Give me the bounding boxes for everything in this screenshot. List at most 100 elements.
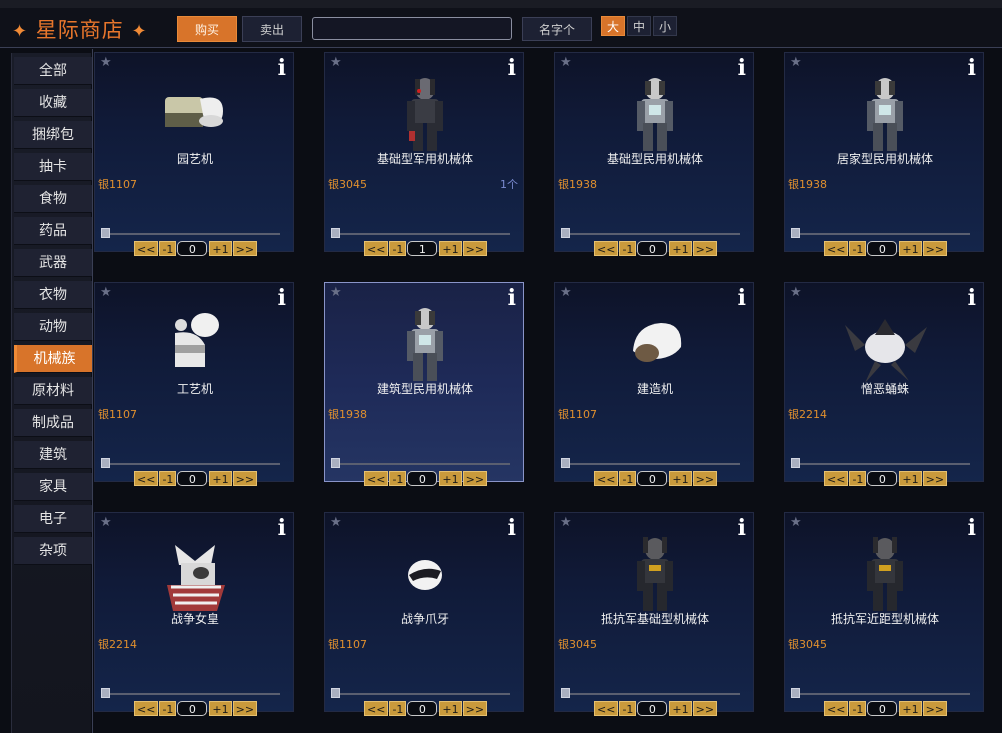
qty-plus-button[interactable]: +1 (899, 471, 922, 486)
qty-minus-button[interactable]: -1 (849, 241, 867, 256)
info-icon[interactable]: i (738, 515, 746, 541)
quantity-slider-track[interactable] (104, 463, 280, 465)
qty-plus-button[interactable]: +1 (669, 241, 692, 256)
qty-max-button[interactable]: >> (462, 471, 488, 486)
quantity-slider-handle[interactable] (331, 458, 340, 468)
quantity-slider-track[interactable] (334, 463, 510, 465)
size-small-button[interactable]: 小 (653, 16, 677, 36)
sidebar-item-apparel[interactable]: 衣物 (14, 281, 92, 309)
qty-plus-button[interactable]: +1 (439, 241, 462, 256)
favorite-star-icon[interactable]: ★ (790, 55, 802, 70)
sidebar-item-electronics[interactable]: 电子 (14, 505, 92, 533)
qty-min-button[interactable]: << (824, 241, 849, 256)
quantity-slider-handle[interactable] (561, 688, 570, 698)
qty-max-button[interactable]: >> (232, 701, 258, 716)
quantity-slider-handle[interactable] (791, 228, 800, 238)
qty-plus-button[interactable]: +1 (209, 701, 232, 716)
qty-min-button[interactable]: << (364, 241, 389, 256)
info-icon[interactable]: i (508, 285, 516, 311)
qty-min-button[interactable]: << (824, 701, 849, 716)
size-medium-button[interactable]: 中 (627, 16, 651, 36)
quantity-field[interactable]: 0 (637, 701, 668, 716)
favorite-star-icon[interactable]: ★ (100, 55, 112, 70)
qty-plus-button[interactable]: +1 (439, 701, 462, 716)
qty-min-button[interactable]: << (364, 471, 389, 486)
sidebar-item-food[interactable]: 食物 (14, 185, 92, 213)
sort-by-name-button[interactable]: 名字个 (522, 17, 592, 41)
quantity-slider-handle[interactable] (101, 458, 110, 468)
qty-max-button[interactable]: >> (922, 701, 948, 716)
search-input[interactable] (312, 17, 512, 40)
qty-max-button[interactable]: >> (922, 241, 948, 256)
item-card[interactable]: ★ i 抵抗军基础型机械体 银3045 << -1 0 +1 >> (554, 512, 754, 716)
sidebar-item-weapons[interactable]: 武器 (14, 249, 92, 277)
info-icon[interactable]: i (278, 515, 286, 541)
sell-tab-button[interactable]: 卖出 (242, 16, 302, 42)
quantity-field[interactable]: 0 (867, 701, 898, 716)
quantity-slider-track[interactable] (564, 463, 740, 465)
qty-max-button[interactable]: >> (462, 241, 488, 256)
sidebar-item-raw-materials[interactable]: 原材料 (14, 377, 92, 405)
sidebar-item-mechanoids[interactable]: 机械族 (14, 345, 92, 373)
sidebar-item-gacha[interactable]: 抽卡 (14, 153, 92, 181)
quantity-slider-handle[interactable] (791, 688, 800, 698)
qty-minus-button[interactable]: -1 (619, 241, 637, 256)
quantity-slider-track[interactable] (334, 693, 510, 695)
qty-plus-button[interactable]: +1 (209, 241, 232, 256)
quantity-slider-handle[interactable] (791, 458, 800, 468)
qty-max-button[interactable]: >> (692, 701, 718, 716)
quantity-slider-track[interactable] (794, 693, 970, 695)
quantity-field[interactable]: 0 (177, 241, 208, 256)
info-icon[interactable]: i (278, 285, 286, 311)
qty-minus-button[interactable]: -1 (389, 241, 407, 256)
info-icon[interactable]: i (968, 55, 976, 81)
qty-plus-button[interactable]: +1 (669, 471, 692, 486)
item-card[interactable]: ★ i 战争女皇 银2214 << -1 0 +1 >> (94, 512, 294, 716)
qty-minus-button[interactable]: -1 (159, 241, 177, 256)
quantity-slider-handle[interactable] (561, 458, 570, 468)
favorite-star-icon[interactable]: ★ (560, 55, 572, 70)
qty-plus-button[interactable]: +1 (209, 471, 232, 486)
qty-min-button[interactable]: << (364, 701, 389, 716)
quantity-field[interactable]: 0 (177, 471, 208, 486)
info-icon[interactable]: i (738, 55, 746, 81)
info-icon[interactable]: i (278, 55, 286, 81)
item-card[interactable]: ★ i 园艺机 银1107 << -1 0 +1 >> (94, 52, 294, 256)
qty-minus-button[interactable]: -1 (849, 701, 867, 716)
favorite-star-icon[interactable]: ★ (790, 285, 802, 300)
quantity-field[interactable]: 0 (637, 471, 668, 486)
qty-min-button[interactable]: << (594, 701, 619, 716)
item-card[interactable]: ★ i 基础型军用机械体 银3045 1个 << -1 1 +1 >> (324, 52, 524, 256)
quantity-field[interactable]: 0 (637, 241, 668, 256)
quantity-field[interactable]: 0 (867, 241, 898, 256)
buy-tab-button[interactable]: 购买 (177, 16, 237, 42)
favorite-star-icon[interactable]: ★ (790, 515, 802, 530)
qty-max-button[interactable]: >> (462, 701, 488, 716)
quantity-field[interactable]: 0 (177, 701, 208, 716)
qty-minus-button[interactable]: -1 (389, 701, 407, 716)
item-card[interactable]: ★ i 建造机 银1107 << -1 0 +1 >> (554, 282, 754, 486)
item-card[interactable]: ★ i 居家型民用机械体 银1938 << -1 0 +1 >> (784, 52, 984, 256)
qty-min-button[interactable]: << (594, 241, 619, 256)
qty-minus-button[interactable]: -1 (849, 471, 867, 486)
qty-max-button[interactable]: >> (692, 241, 718, 256)
info-icon[interactable]: i (738, 285, 746, 311)
quantity-slider-track[interactable] (794, 463, 970, 465)
favorite-star-icon[interactable]: ★ (330, 55, 342, 70)
quantity-field[interactable]: 0 (407, 471, 438, 486)
sidebar-item-buildings[interactable]: 建筑 (14, 441, 92, 469)
quantity-slider-track[interactable] (334, 233, 510, 235)
item-card[interactable]: ★ i 抵抗军近距型机械体 银3045 << -1 0 +1 >> (784, 512, 984, 716)
favorite-star-icon[interactable]: ★ (330, 285, 342, 300)
qty-max-button[interactable]: >> (692, 471, 718, 486)
sidebar-item-medicine[interactable]: 药品 (14, 217, 92, 245)
qty-minus-button[interactable]: -1 (619, 701, 637, 716)
info-icon[interactable]: i (968, 515, 976, 541)
qty-min-button[interactable]: << (134, 241, 159, 256)
quantity-field[interactable]: 0 (867, 471, 898, 486)
favorite-star-icon[interactable]: ★ (330, 515, 342, 530)
sidebar-item-furniture[interactable]: 家具 (14, 473, 92, 501)
favorite-star-icon[interactable]: ★ (560, 515, 572, 530)
quantity-slider-track[interactable] (104, 693, 280, 695)
qty-plus-button[interactable]: +1 (899, 701, 922, 716)
